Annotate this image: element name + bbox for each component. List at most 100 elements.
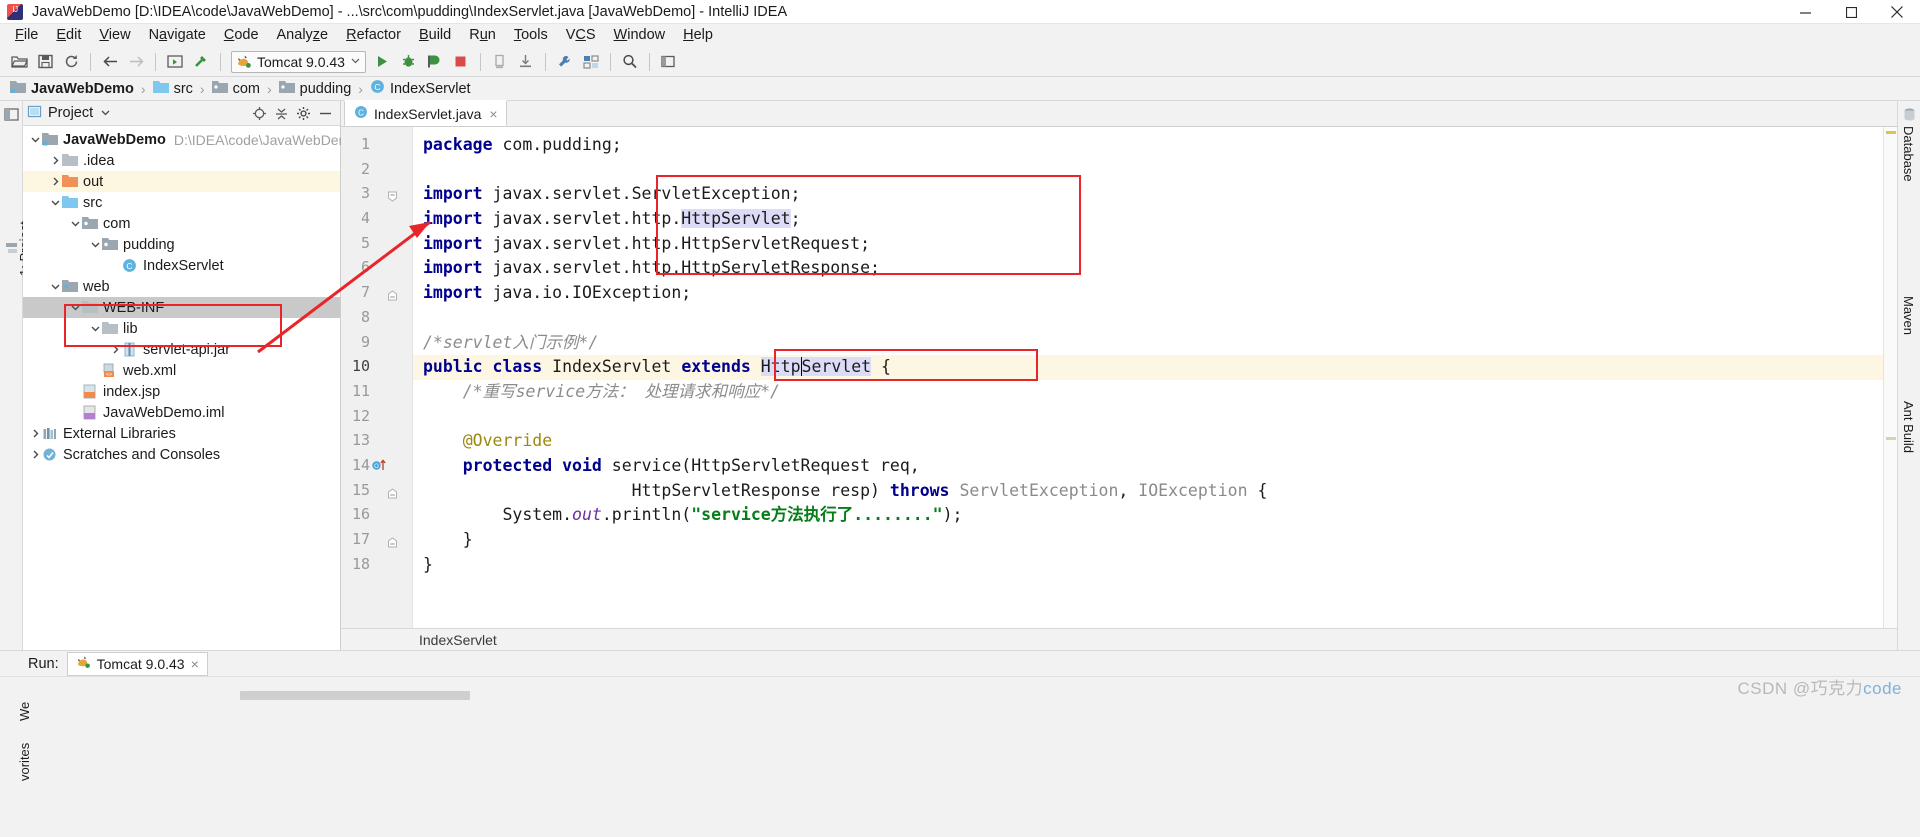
menu-file[interactable]: File bbox=[6, 25, 47, 46]
gutter-line-16[interactable]: 16 bbox=[341, 503, 412, 528]
run-tab-tomcat[interactable]: Tomcat 9.0.43 × bbox=[66, 651, 208, 676]
breadcrumb-item-pudding[interactable]: pudding bbox=[277, 80, 354, 98]
breadcrumb-item-com[interactable]: com bbox=[210, 80, 262, 98]
close-icon[interactable]: × bbox=[489, 106, 497, 122]
run-play-icon[interactable] bbox=[370, 49, 396, 75]
fold-end-icon[interactable] bbox=[387, 485, 398, 499]
menu-refactor[interactable]: Refactor bbox=[337, 25, 410, 46]
chevron-down-icon[interactable] bbox=[100, 105, 111, 122]
chevron-right-icon[interactable] bbox=[49, 154, 62, 167]
gutter-line-11[interactable]: 11 bbox=[341, 380, 412, 405]
chevron-right-icon[interactable] bbox=[49, 175, 62, 188]
gutter-line-14[interactable]: 14 O bbox=[341, 454, 412, 479]
gutter-line-2[interactable]: 2 bbox=[341, 158, 412, 183]
tree-item-external-libraries[interactable]: External Libraries bbox=[23, 423, 340, 444]
tree-item-web-xml[interactable]: <> web.xml bbox=[23, 360, 340, 381]
update-app-icon[interactable] bbox=[487, 49, 513, 75]
gutter-line-4[interactable]: 4 bbox=[341, 207, 412, 232]
chevron-down-icon[interactable] bbox=[89, 238, 102, 251]
tree-item-javawebdemo-iml[interactable]: JavaWebDemo.iml bbox=[23, 402, 340, 423]
code-editor[interactable]: 1 2 3 4 5 6 7 8 9 10 11 12 13 14 O 15 16 17 18 package com… bbox=[341, 127, 1897, 628]
menu-window[interactable]: Window bbox=[605, 25, 675, 46]
tree-item-web-inf[interactable]: WEB-INF bbox=[23, 297, 340, 318]
tree-item-pudding[interactable]: pudding bbox=[23, 234, 340, 255]
open-folder-icon[interactable] bbox=[6, 49, 32, 75]
strip-label-favorites[interactable]: vorites bbox=[17, 743, 32, 781]
menu-run[interactable]: Run bbox=[460, 25, 505, 46]
build-hammer-icon[interactable] bbox=[188, 49, 214, 75]
gutter-line-12[interactable]: 12 bbox=[341, 405, 412, 430]
gutter-line-1[interactable]: 1 bbox=[341, 133, 412, 158]
minimize-icon[interactable] bbox=[1782, 0, 1828, 24]
menu-vcs[interactable]: VCS bbox=[557, 25, 605, 46]
close-icon[interactable]: × bbox=[191, 656, 199, 672]
editor-marker-bar[interactable] bbox=[1883, 127, 1897, 628]
gutter-line-15[interactable]: 15 bbox=[341, 479, 412, 504]
scroll-from-source-icon[interactable] bbox=[248, 102, 270, 124]
stop-square-icon[interactable] bbox=[448, 49, 474, 75]
debug-bug-icon[interactable] bbox=[396, 49, 422, 75]
tree-item-com[interactable]: com bbox=[23, 213, 340, 234]
chevron-right-icon[interactable] bbox=[29, 427, 42, 440]
gutter-line-7[interactable]: 7 bbox=[341, 281, 412, 306]
tree-item-servlet-api-jar[interactable]: servlet-api.jar bbox=[23, 339, 340, 360]
menu-navigate[interactable]: Navigate bbox=[140, 25, 215, 46]
gutter-line-5[interactable]: 5 bbox=[341, 232, 412, 257]
gutter-line-17[interactable]: 17 bbox=[341, 528, 412, 553]
project-window-icon[interactable] bbox=[4, 107, 19, 122]
deploy-icon[interactable] bbox=[513, 49, 539, 75]
menu-edit[interactable]: Edit bbox=[47, 25, 90, 46]
menu-build[interactable]: Build bbox=[410, 25, 460, 46]
tree-item-index-jsp[interactable]: index.jsp bbox=[23, 381, 340, 402]
code-content[interactable]: package com.pudding; import javax.servle… bbox=[413, 127, 1883, 628]
strip-label-maven[interactable]: Maven bbox=[1901, 296, 1916, 335]
gutter-line-18[interactable]: 18 bbox=[341, 553, 412, 578]
horizontal-scrollbar[interactable] bbox=[240, 691, 470, 700]
tree-item-web[interactable]: web bbox=[23, 276, 340, 297]
breadcrumb-item-src[interactable]: src bbox=[151, 80, 195, 98]
fold-end-icon[interactable] bbox=[387, 534, 398, 548]
close-icon[interactable] bbox=[1874, 0, 1920, 24]
editor-tab-indexservlet[interactable]: C IndexServlet.java × bbox=[344, 100, 507, 126]
strip-label-ant-build[interactable]: Ant Build bbox=[1901, 401, 1916, 453]
run-configuration-selector[interactable]: Tomcat 9.0.43 bbox=[231, 50, 366, 73]
tree-item-scratches-and-consoles[interactable]: Scratches and Consoles bbox=[23, 444, 340, 465]
tree-item-javawebdemo[interactable]: JavaWebDemo D:\IDEA\code\JavaWebDemo bbox=[23, 129, 358, 150]
gutter-line-13[interactable]: 13 bbox=[341, 429, 412, 454]
gutter-line-8[interactable]: 8 bbox=[341, 306, 412, 331]
gear-icon[interactable] bbox=[292, 102, 314, 124]
breadcrumb-item-javawebdemo[interactable]: JavaWebDemo bbox=[8, 80, 136, 98]
gutter-line-10[interactable]: 10 bbox=[341, 355, 412, 380]
chevron-down-icon[interactable] bbox=[89, 322, 102, 335]
hide-minus-icon[interactable] bbox=[314, 102, 336, 124]
tree-item-src[interactable]: src bbox=[23, 192, 340, 213]
menu-code[interactable]: Code bbox=[215, 25, 268, 46]
project-structure-icon[interactable] bbox=[578, 49, 604, 75]
collapse-all-icon[interactable] bbox=[270, 102, 292, 124]
tree-item-idea[interactable]: .idea bbox=[23, 150, 340, 171]
navigate-back-icon[interactable] bbox=[97, 49, 123, 75]
restore-layout-icon[interactable] bbox=[656, 49, 682, 75]
maximize-icon[interactable] bbox=[1828, 0, 1874, 24]
breadcrumb-item-indexservlet[interactable]: C IndexServlet bbox=[368, 79, 473, 98]
tree-item-lib[interactable]: lib bbox=[23, 318, 340, 339]
build-project-icon[interactable] bbox=[162, 49, 188, 75]
chevron-right-icon[interactable] bbox=[109, 343, 122, 356]
chevron-down-icon[interactable] bbox=[29, 133, 42, 146]
database-icon[interactable] bbox=[1902, 107, 1917, 122]
structure-strip-icon[interactable] bbox=[4, 241, 19, 256]
menu-view[interactable]: View bbox=[90, 25, 139, 46]
search-everywhere-icon[interactable] bbox=[617, 49, 643, 75]
settings-wrench-icon[interactable] bbox=[552, 49, 578, 75]
gutter-line-3[interactable]: 3 bbox=[341, 182, 412, 207]
tree-item-indexservlet[interactable]: C IndexServlet bbox=[23, 255, 340, 276]
refresh-sync-icon[interactable] bbox=[58, 49, 84, 75]
chevron-down-icon[interactable] bbox=[350, 53, 361, 70]
menu-tools[interactable]: Tools bbox=[505, 25, 557, 46]
strip-label-database[interactable]: Database bbox=[1901, 126, 1916, 182]
chevron-right-icon[interactable] bbox=[29, 448, 42, 461]
gutter-line-9[interactable]: 9 bbox=[341, 331, 412, 356]
tree-item-out[interactable]: out bbox=[23, 171, 340, 192]
chevron-down-icon[interactable] bbox=[49, 280, 62, 293]
chevron-down-icon[interactable] bbox=[49, 196, 62, 209]
